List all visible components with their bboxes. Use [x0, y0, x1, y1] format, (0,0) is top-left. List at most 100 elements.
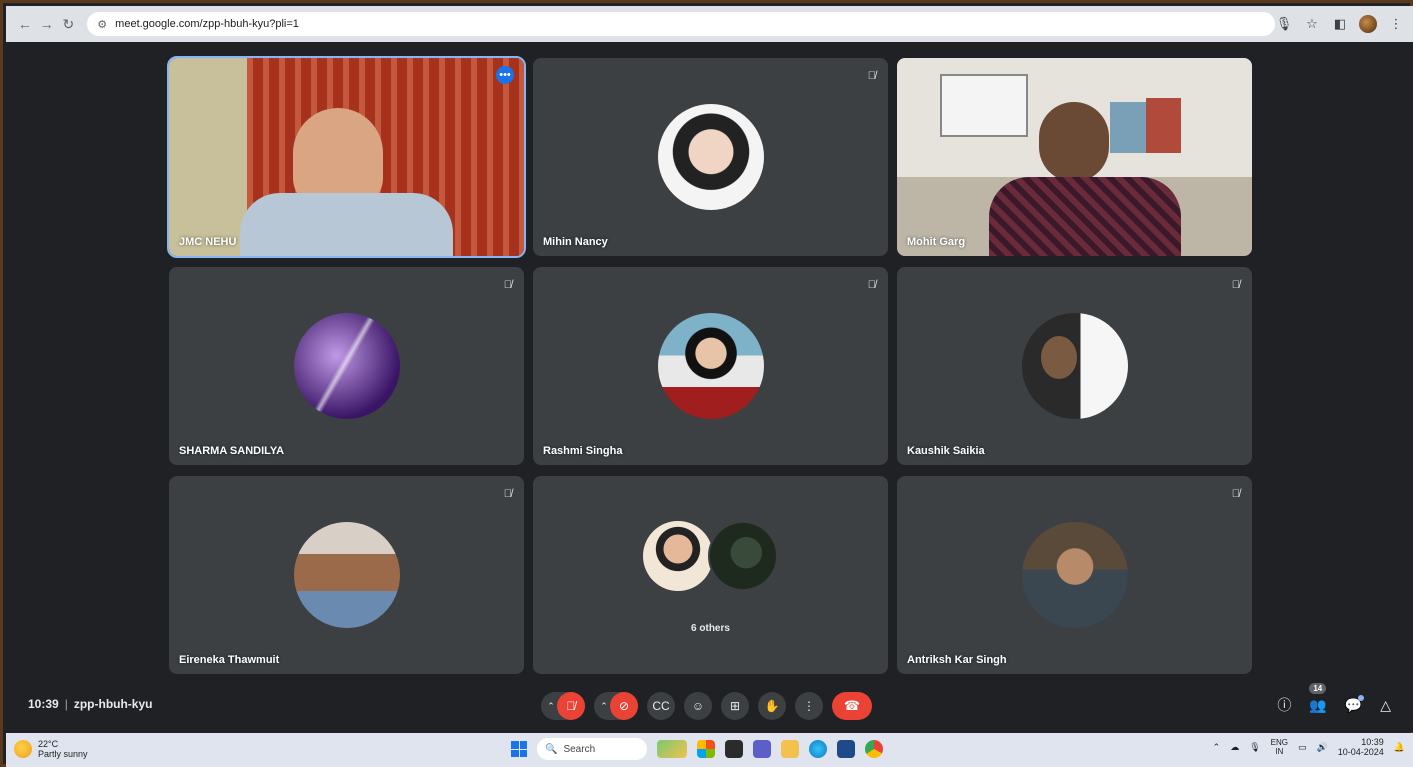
participant-name: Mihin Nancy	[543, 236, 608, 248]
participant-name: Eireneka Thawmuit	[179, 654, 280, 666]
raise-hand-button[interactable]: ✋	[758, 692, 786, 720]
mic-off-icon: 🎙̸	[503, 279, 512, 291]
avatar	[708, 521, 778, 591]
taskbar-search[interactable]: 🔍 Search	[537, 738, 647, 760]
tray-mic-icon[interactable]: 🎙	[1249, 742, 1260, 753]
widgets-icon[interactable]	[657, 740, 687, 758]
participant-name: Rashmi Singha	[543, 445, 623, 457]
avatar	[1021, 522, 1128, 628]
search-label: Search	[563, 743, 596, 755]
participant-tile[interactable]: 🎙̸ Eireneka Thawmuit	[169, 476, 524, 674]
tray-chevron-icon[interactable]: ⌃	[1213, 742, 1221, 753]
people-icon[interactable]: 14 👥	[1309, 682, 1327, 714]
audio-control-group: ⌃ 🎙̸	[541, 692, 585, 720]
browser-toolbar: ← → ↻ ⚙ meet.google.com/zpp-hbuh-kyu?pli…	[6, 6, 1413, 42]
chrome-icon[interactable]	[865, 740, 883, 758]
captions-button[interactable]: CC	[647, 692, 675, 720]
avatar	[657, 313, 764, 419]
notification-bell-icon[interactable]: 🔔	[1394, 742, 1405, 753]
clock-date: 10-04-2024	[1337, 747, 1384, 757]
participant-name: JMC NEHU	[179, 236, 237, 248]
avatar	[657, 104, 764, 210]
participant-name: SHARMA SANDILYA	[179, 445, 285, 457]
site-settings-icon[interactable]: ⚙	[97, 18, 107, 31]
weather-sun-icon	[14, 740, 32, 758]
participant-tile[interactable]: 🎙̸ SHARMA SANDILYA	[169, 267, 524, 465]
task-view-icon[interactable]	[725, 740, 743, 758]
volume-icon[interactable]: 🔊	[1317, 742, 1328, 753]
avatar	[293, 313, 400, 419]
edge-icon[interactable]	[809, 740, 827, 758]
profile-avatar[interactable]	[1359, 15, 1377, 33]
side-panel-icon[interactable]: ◧	[1331, 15, 1349, 33]
windows-start-icon[interactable]	[511, 741, 527, 757]
meeting-side-controls: ⓘ 14 👥 💬 △	[1277, 682, 1391, 715]
bookmark-star-icon[interactable]: ☆	[1303, 15, 1321, 33]
participant-tile[interactable]: 🎙̸ Rashmi Singha	[533, 267, 888, 465]
browser-actions: 🎙 ☆ ◧ ⋮	[1275, 15, 1405, 33]
separator: |	[64, 697, 68, 711]
copilot-icon[interactable]	[697, 740, 715, 758]
forward-arrow-icon[interactable]: →	[36, 13, 58, 35]
others-count-label: 6 others	[691, 623, 730, 634]
participant-tile[interactable]: Mohit Garg	[897, 58, 1252, 256]
present-screen-button[interactable]: ⊞	[721, 692, 749, 720]
display-icon[interactable]: ▭	[1298, 742, 1307, 753]
more-options-icon[interactable]: •••	[496, 66, 514, 84]
screen-frame: ← → ↻ ⚙ meet.google.com/zpp-hbuh-kyu?pli…	[0, 0, 1413, 767]
menu-dots-icon[interactable]: ⋮	[1387, 15, 1405, 33]
meeting-time: 10:39	[28, 697, 59, 711]
meeting-info: 10:39 | zpp-hbuh-kyu	[28, 697, 152, 711]
region-code: IN	[1275, 747, 1284, 756]
weather-description: Partly sunny	[38, 749, 88, 759]
more-options-button[interactable]: ⋮	[795, 692, 823, 720]
meeting-code: zpp-hbuh-kyu	[73, 697, 153, 711]
chat-icon[interactable]: 💬	[1345, 694, 1365, 714]
address-bar[interactable]: ⚙ meet.google.com/zpp-hbuh-kyu?pli=1	[87, 12, 1275, 36]
clock-time: 10:39	[1361, 737, 1384, 747]
chat-notification-dot	[1358, 694, 1365, 701]
audio-options-chevron-icon[interactable]: ⌃	[541, 692, 557, 720]
participant-name: Kaushik Saikia	[907, 445, 985, 457]
store-icon[interactable]	[837, 740, 855, 758]
weather-widget[interactable]: 22°C Partly sunny	[14, 739, 88, 759]
teams-icon[interactable]	[753, 740, 771, 758]
participant-tile[interactable]: 🎙̸ Kaushik Saikia	[897, 267, 1252, 465]
mic-off-icon: 🎙̸	[503, 488, 512, 500]
call-controls: ⌃ 🎙̸ ⌃ ⊘ CC ☺ ⊞ ✋ ⋮ ☎	[541, 692, 872, 720]
others-tile[interactable]: 6 others	[533, 476, 888, 674]
participant-name: Mohit Garg	[907, 236, 966, 248]
participant-name: Antriksh Kar Singh	[907, 654, 1007, 666]
mic-off-icon: 🎙̸	[1231, 279, 1240, 291]
participant-count-badge: 14	[1309, 682, 1327, 694]
mic-off-icon: 🎙̸	[1231, 488, 1240, 500]
meeting-controls-bar: 10:39 | zpp-hbuh-kyu ⌃ 🎙̸ ⌃ ⊘ CC ☺ ⊞ ✋ ⋮ ☎…	[6, 682, 1413, 727]
avatar	[643, 521, 713, 591]
windows-taskbar: 22°C Partly sunny 🔍 Search ⌃ ☁ 🎙 ENG IN …	[6, 733, 1413, 767]
participant-tile[interactable]: 🎙̸ Mihin Nancy	[533, 58, 888, 256]
meeting-details-icon[interactable]: ⓘ	[1277, 695, 1291, 715]
participant-tile[interactable]: 🎙̸ Antriksh Kar Singh	[897, 476, 1252, 674]
language-code: ENG	[1270, 738, 1288, 747]
end-call-button[interactable]: ☎	[832, 692, 872, 720]
system-clock[interactable]: 10:39 10-04-2024	[1338, 737, 1384, 757]
meet-stage: ••• JMC NEHU 🎙̸ Mihin Nancy Mohit Garg 🎙…	[6, 42, 1413, 732]
mic-off-button[interactable]: 🎙̸	[557, 692, 585, 720]
participant-tile[interactable]: ••• JMC NEHU	[167, 56, 526, 258]
video-options-chevron-icon[interactable]: ⌃	[594, 692, 610, 720]
microphone-icon[interactable]: 🎙	[1275, 15, 1293, 33]
url-text: meet.google.com/zpp-hbuh-kyu?pli=1	[115, 18, 299, 30]
network-icon[interactable]: ☁	[1230, 742, 1239, 753]
weather-temperature: 22°C	[38, 739, 59, 749]
file-explorer-icon[interactable]	[781, 740, 799, 758]
emoji-reaction-button[interactable]: ☺	[684, 692, 712, 720]
avatar	[1021, 313, 1128, 419]
avatar	[293, 522, 400, 628]
video-control-group: ⌃ ⊘	[594, 692, 638, 720]
language-indicator[interactable]: ENG IN	[1271, 738, 1288, 756]
camera-off-button[interactable]: ⊘	[610, 692, 638, 720]
activities-icon[interactable]: △	[1380, 697, 1391, 714]
reload-icon[interactable]: ↻	[58, 13, 80, 35]
back-arrow-icon[interactable]: ←	[14, 13, 36, 35]
taskbar-apps: 🔍 Search	[511, 738, 883, 760]
